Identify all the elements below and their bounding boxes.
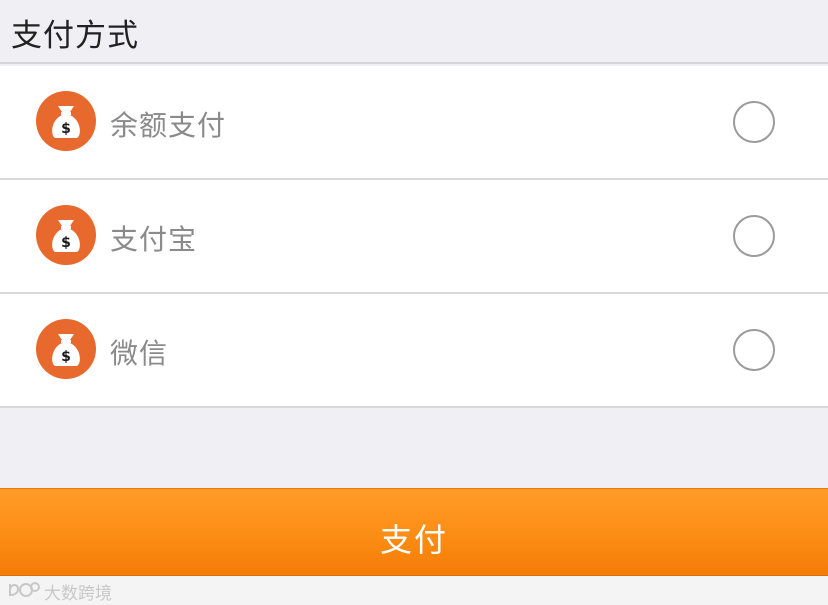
pay-button[interactable]: 支付 (0, 488, 828, 576)
payment-option-label: 支付宝 (110, 223, 198, 256)
money-bag-icon: $ (36, 319, 96, 379)
money-bag-icon: $ (36, 205, 96, 265)
payment-option-label: 微信 (110, 337, 169, 370)
watermark-logo-icon (9, 582, 40, 597)
payment-option-label: 余额支付 (110, 109, 227, 142)
watermark-text: 大数跨境 (44, 584, 112, 604)
svg-text:$: $ (61, 235, 71, 251)
radio-button[interactable] (733, 101, 775, 143)
header-bar: 支付方式 (0, 0, 828, 64)
payment-option-balance[interactable]: $ 余额支付 (0, 66, 828, 180)
footer-strip (0, 576, 828, 605)
payment-options-list: $ 余额支付 $ 支付宝 $ 微信 (0, 66, 828, 408)
payment-option-wechat[interactable]: $ 微信 (0, 294, 828, 408)
payment-option-alipay[interactable]: $ 支付宝 (0, 180, 828, 294)
svg-text:$: $ (61, 121, 71, 137)
money-bag-icon: $ (36, 91, 96, 151)
radio-button[interactable] (733, 215, 775, 257)
svg-text:$: $ (61, 349, 71, 365)
page-title: 支付方式 (11, 18, 139, 54)
pay-button-label: 支付 (379, 521, 448, 559)
radio-button[interactable] (733, 329, 775, 371)
